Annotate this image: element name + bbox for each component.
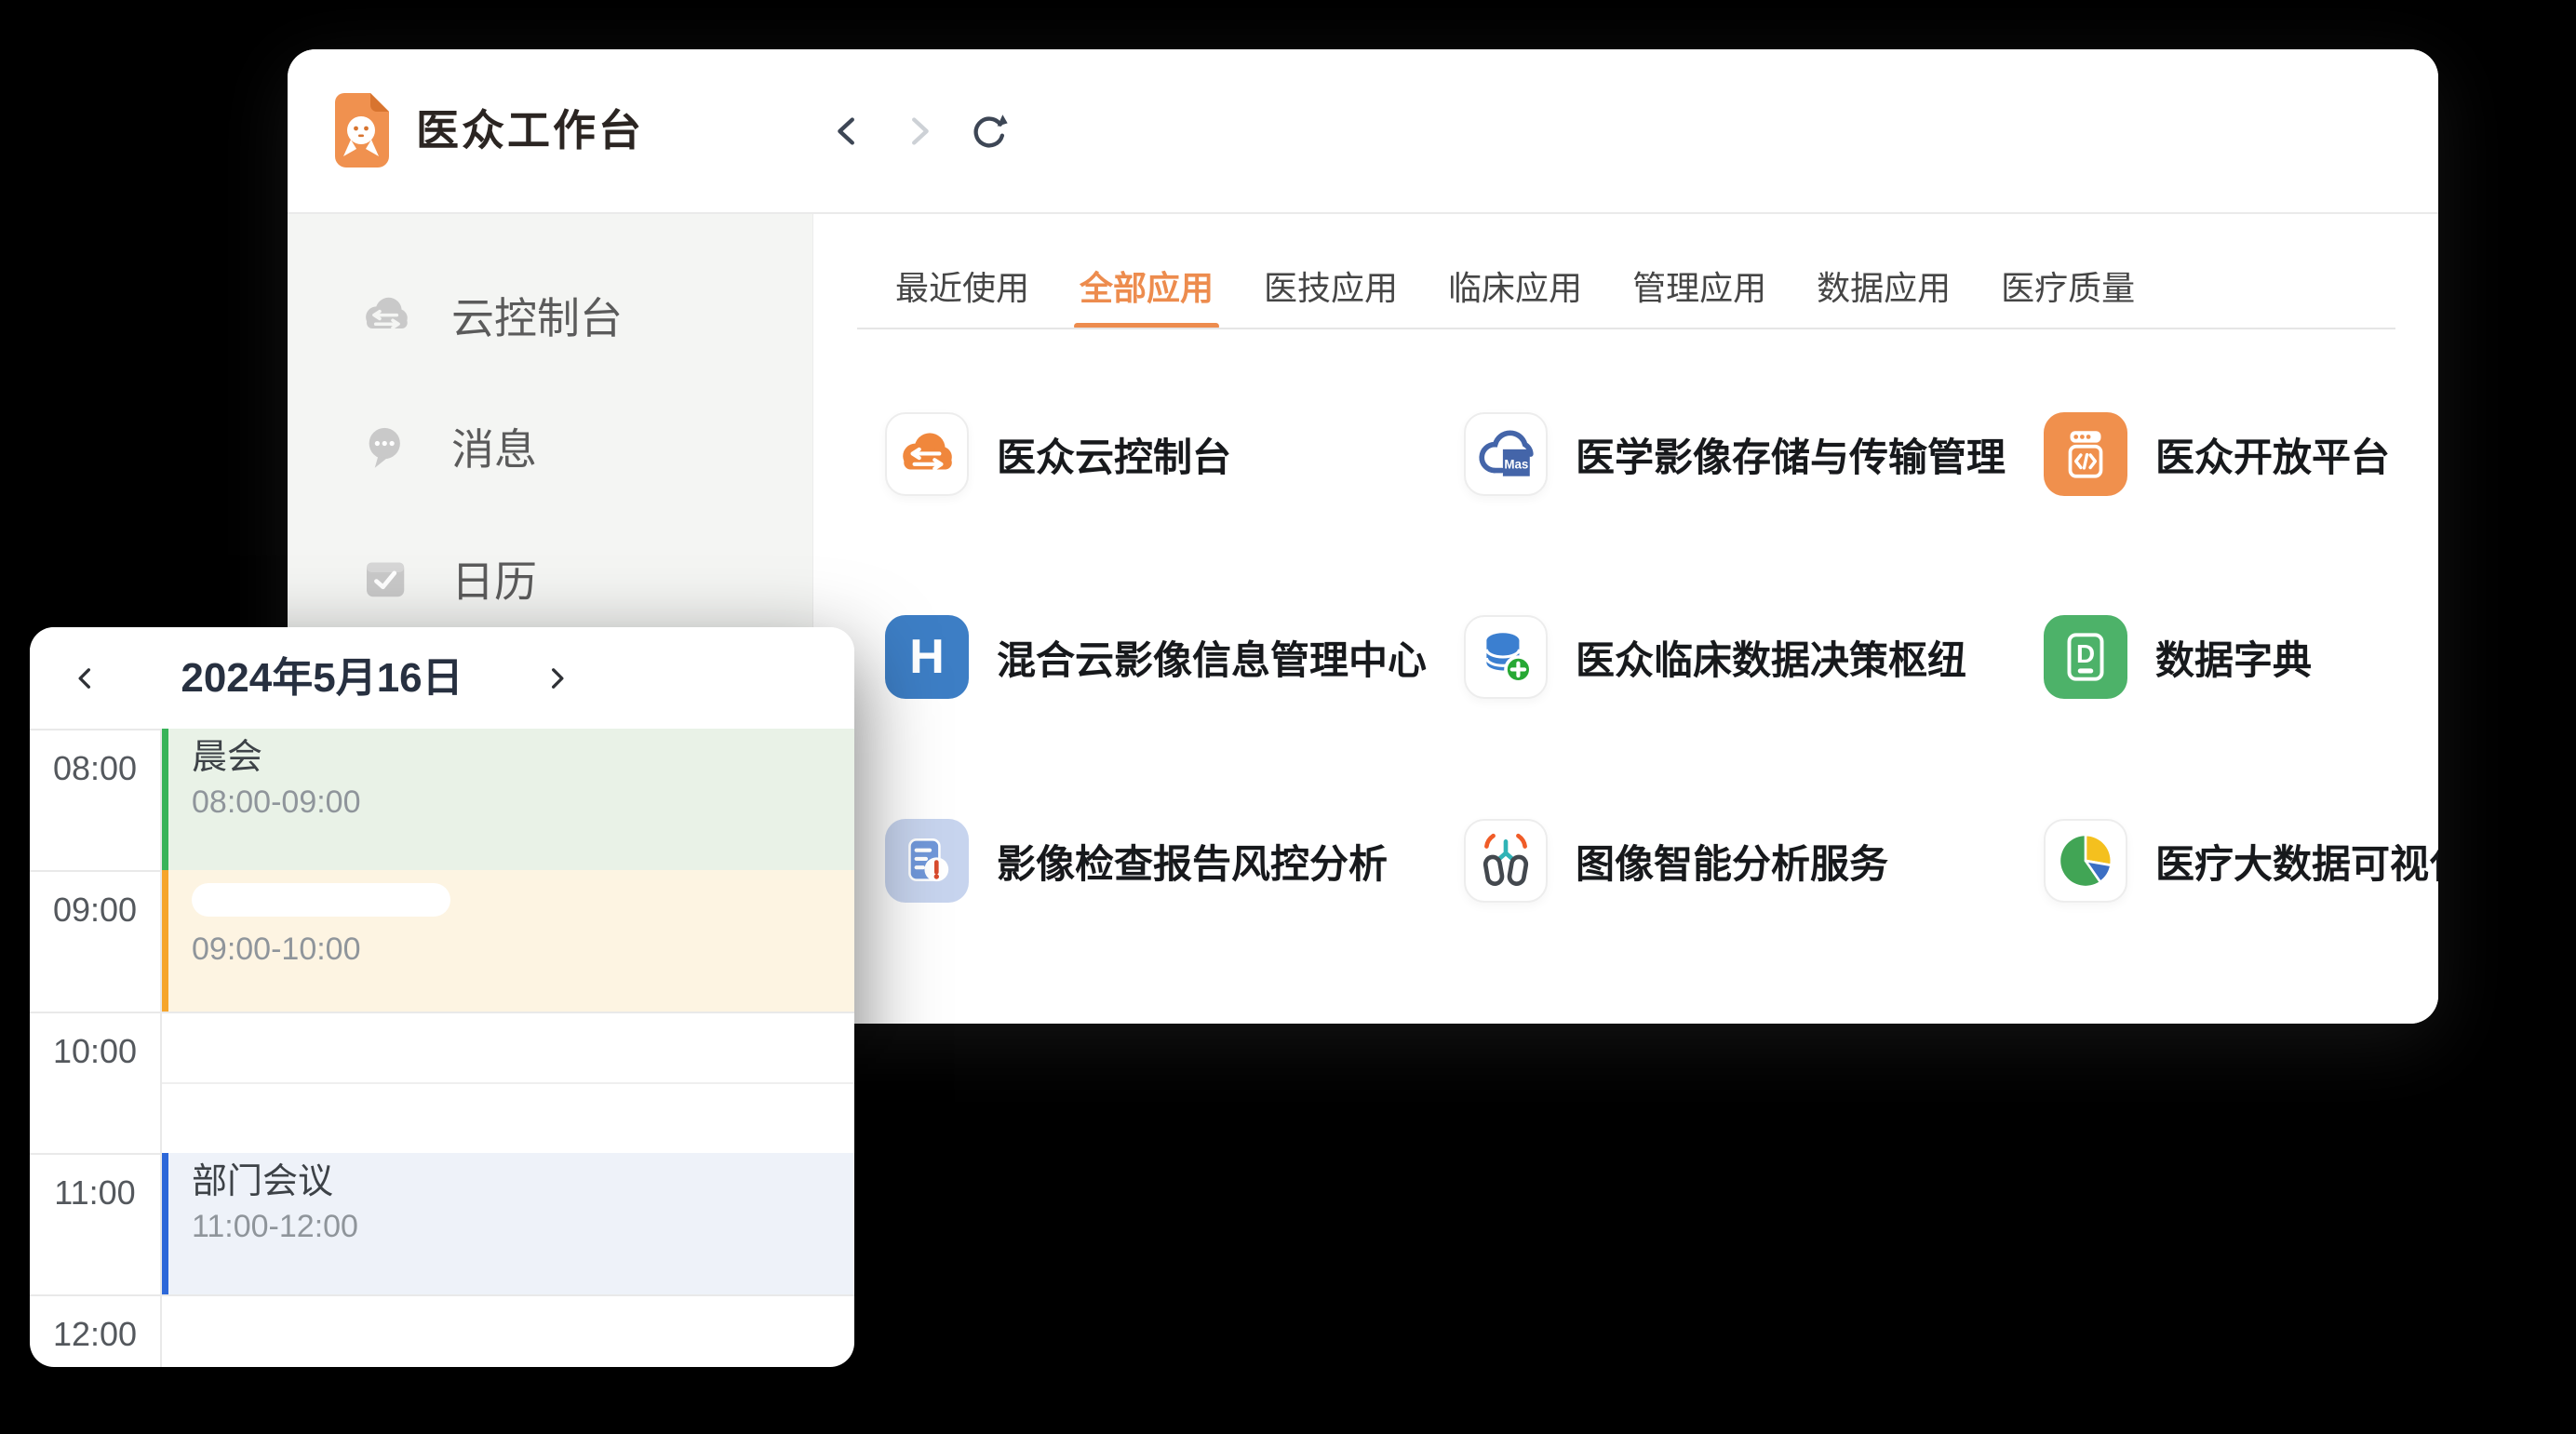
time-label: 08:00 — [30, 749, 160, 788]
app-image-ai-analysis[interactable]: 图像智能分析服务 — [1464, 819, 1888, 903]
lungs-icon — [1464, 819, 1548, 903]
report-warning-icon — [885, 819, 969, 903]
forward-icon — [914, 119, 926, 142]
app-label: 混合云影像信息管理中心 — [997, 629, 1427, 686]
app-imaging-storage[interactable]: Mas 医学影像存储与传输管理 — [1464, 412, 2006, 496]
dictionary-d-icon: D — [2044, 615, 2127, 699]
forward-button[interactable] — [896, 109, 941, 154]
event-title-redacted-pill — [192, 883, 450, 917]
svg-text:D: D — [2076, 639, 2095, 668]
event-time: 08:00-09:00 — [192, 784, 845, 821]
sidebar-item-label: 云控制台 — [451, 285, 623, 346]
database-plus-icon — [1464, 615, 1548, 699]
calendar-day-grid: 08:00 09:00 10:00 11:00 12:00 晨会 08:00-0… — [30, 729, 854, 1367]
app-label: 医疗大数据可视化 — [2155, 833, 2438, 890]
calendar-icon — [360, 553, 412, 605]
tab-data-apps[interactable]: 数据应用 — [1817, 242, 1951, 329]
window-header: 医众工作台 — [288, 49, 2438, 214]
event-color-bar — [162, 729, 168, 870]
page-title: 医众工作台 — [416, 49, 644, 212]
event-time: 11:00-12:00 — [192, 1209, 845, 1245]
time-label: 12:00 — [30, 1315, 160, 1354]
time-label: 09:00 — [30, 891, 160, 930]
app-label: 医众开放平台 — [2155, 426, 2390, 483]
app-big-data-visualization[interactable]: 医疗大数据可视化 — [2044, 819, 2438, 903]
refresh-button[interactable] — [967, 109, 1012, 154]
tab-recent[interactable]: 最近使用 — [895, 242, 1029, 329]
app-label: 影像检查报告风控分析 — [997, 833, 1388, 890]
cloud-mas-icon: Mas — [1464, 412, 1548, 496]
app-label: 数据字典 — [2155, 629, 2312, 686]
sidebar-item-calendar[interactable]: 日历 — [360, 532, 537, 625]
app-label: 医众临床数据决策枢纽 — [1576, 629, 1966, 686]
half-hour-line — [160, 1082, 854, 1084]
svg-text:Mas: Mas — [1504, 457, 1528, 471]
tab-clinical-apps[interactable]: 临床应用 — [1448, 242, 1582, 329]
sidebar-item-cloud-console[interactable]: 云控制台 — [360, 269, 623, 362]
hour-line — [30, 1012, 854, 1013]
app-report-risk-analysis[interactable]: 影像检查报告风控分析 — [885, 819, 1388, 903]
app-logo-icon — [333, 91, 391, 169]
calendar-event-morning-meeting[interactable]: 晨会 08:00-09:00 — [162, 729, 854, 870]
sidebar-item-label: 消息 — [451, 416, 537, 477]
event-title: 晨会 — [192, 736, 845, 781]
app-cloud-console[interactable]: 医众云控制台 — [885, 412, 1231, 496]
event-color-bar — [162, 870, 168, 1012]
event-title: 部门会议 — [192, 1160, 845, 1205]
letter-h-icon: H — [885, 615, 969, 699]
app-open-platform[interactable]: 医众开放平台 — [2044, 412, 2390, 496]
app-label: 图像智能分析服务 — [1576, 833, 1888, 890]
calendar-next-day-button[interactable] — [527, 627, 586, 729]
calendar-event-redacted[interactable]: 09:00-10:00 — [162, 870, 854, 1012]
time-label: 10:00 — [30, 1032, 160, 1071]
calendar-date-label: 2024年5月16日 — [127, 627, 517, 729]
app-hybrid-cloud-imaging[interactable]: H 混合云影像信息管理中心 — [885, 615, 1427, 699]
time-label: 11:00 — [30, 1173, 160, 1213]
sidebar-item-messages[interactable]: 消息 — [360, 400, 537, 493]
tab-all-apps[interactable]: 全部应用 — [1080, 242, 1214, 329]
content-area: 最近使用 全部应用 医技应用 临床应用 管理应用 数据应用 医疗质量 — [813, 214, 2438, 1024]
calendar-header: 2024年5月16日 — [30, 627, 854, 729]
tab-medical-quality[interactable]: 医疗质量 — [2001, 242, 2135, 329]
app-clinical-data-hub[interactable]: 医众临床数据决策枢纽 — [1464, 615, 1966, 699]
chevron-left-icon — [80, 669, 88, 686]
cloud-settings-icon — [885, 412, 969, 496]
back-button[interactable] — [825, 109, 870, 154]
tab-management-apps[interactable]: 管理应用 — [1632, 242, 1766, 329]
event-color-bar — [162, 1153, 168, 1294]
calendar-prev-day-button[interactable] — [56, 627, 115, 729]
open-platform-code-icon — [2044, 412, 2127, 496]
event-time: 09:00-10:00 — [192, 931, 845, 968]
calendar-panel: 2024年5月16日 08:00 09:00 10:00 11:00 12:00… — [30, 627, 854, 1367]
pie-chart-icon — [2044, 819, 2127, 903]
hour-line — [30, 1294, 854, 1296]
tab-medtech-apps[interactable]: 医技应用 — [1264, 242, 1398, 329]
cloud-console-icon — [360, 289, 412, 342]
app-data-dictionary[interactable]: D 数据字典 — [2044, 615, 2312, 699]
calendar-event-department-meeting[interactable]: 部门会议 11:00-12:00 — [162, 1153, 854, 1294]
tabs-divider — [857, 328, 2395, 329]
tabs-bar: 最近使用 全部应用 医技应用 临床应用 管理应用 数据应用 医疗质量 — [813, 214, 2438, 329]
browser-nav — [825, 49, 1012, 212]
message-icon — [360, 421, 412, 473]
back-icon — [839, 119, 852, 142]
app-label: 医学影像存储与传输管理 — [1576, 426, 2006, 483]
app-label: 医众云控制台 — [997, 426, 1231, 483]
refresh-icon — [968, 110, 1011, 153]
chevron-right-icon — [554, 669, 562, 686]
sidebar-item-label: 日历 — [451, 548, 537, 610]
